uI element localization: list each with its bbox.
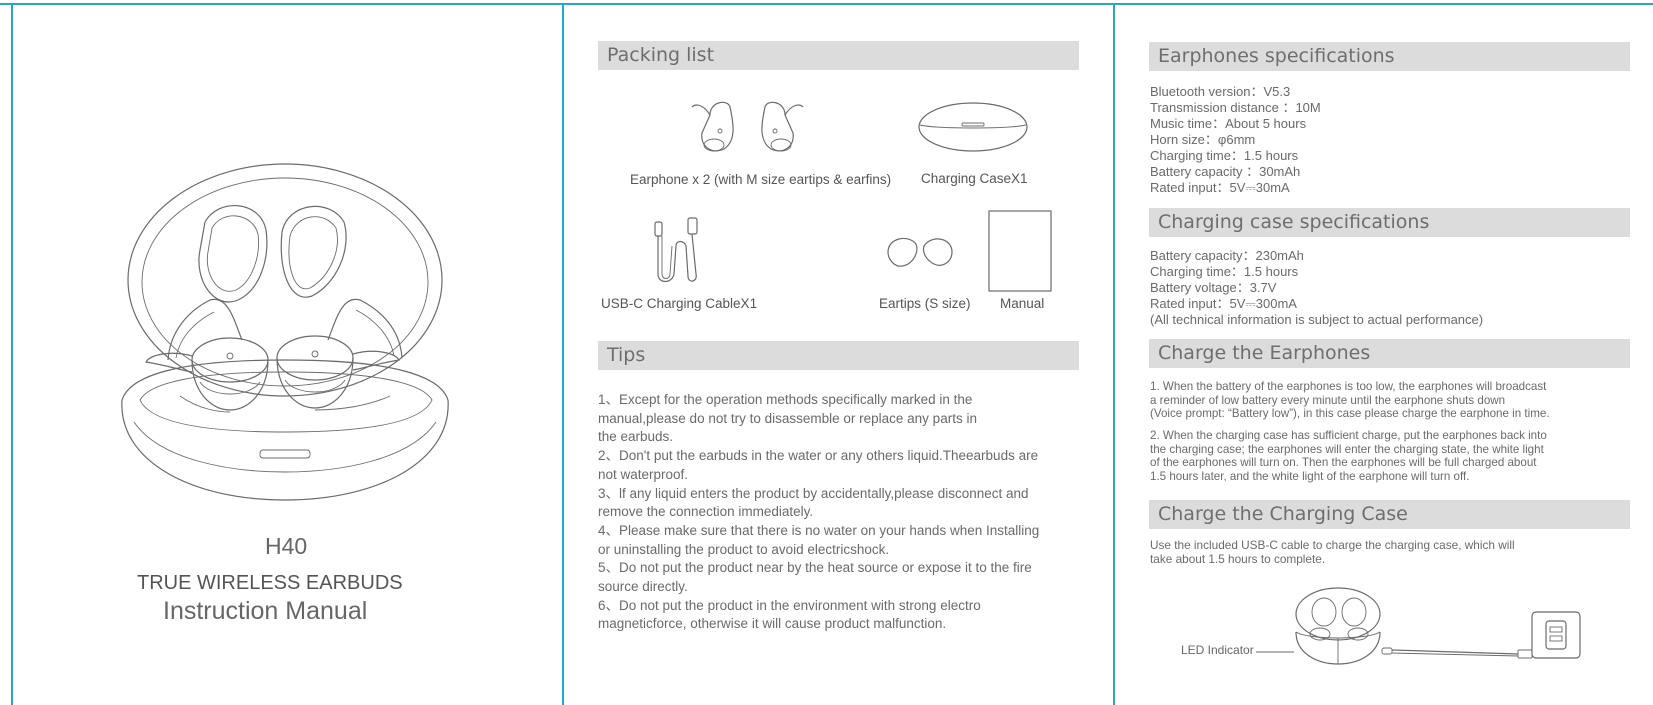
tip-line: 2、Don't put the earbuds in the water or … [598,448,1039,464]
charge-earphones-p2: 2. When the charging case has sufficient… [1150,429,1547,483]
tips-list: 1、Except for the operation methods speci… [598,391,1039,634]
tip-line: 3、lf any liquid enters the product by ac… [598,485,1029,501]
earphone-pair-icon [691,101,804,152]
charge-earphones-p1: 1. When the battery of the earphones is … [1150,380,1550,421]
tip-line: 5、Do not put the product near by the hea… [598,560,1032,576]
tip-line: 1、Except for the operation methods speci… [598,392,973,407]
tip-line: the earbuds. [598,429,674,445]
top-border [0,3,1653,5]
packing-item-cable: USB-C Charging CableX1 [601,296,758,311]
spec-line: Battery capacity：230mAh [1150,248,1304,263]
manual-title: Instruction Manual [163,597,368,625]
spec-line: Charging time：1.5 hours [1150,148,1299,163]
model-name: H40 [265,533,308,559]
charging-case-icon [918,102,1028,152]
charge-case-text: Use the included USB-C cable to charge t… [1150,538,1515,566]
charge-case-header: Charge the Charging Case [1149,500,1630,529]
led-indicator-label: LED Indicator [1181,643,1254,657]
tip-line: source directly. [598,579,688,595]
tip-line: manual,please do not try to disassemble … [598,410,977,426]
eartips-icon [887,237,953,267]
usb-adapter-icon [1531,611,1581,659]
spec-line: Rated input：5V⎓300mA [1150,296,1297,311]
earbuds-case-illustration [121,163,449,501]
tip-line: magneticforce, otherwise it will cause p… [598,616,947,632]
spec-line: Charging time：1.5 hours [1150,264,1299,279]
tip-line: not waterproof. [598,466,689,482]
spec-line: Bluetooth version：V5.3 [1150,84,1291,99]
tip-line: 4、Please make sure that there is no wate… [598,522,1040,538]
spec-line: (All technical information is subject to… [1150,312,1484,327]
product-title: TRUE WIRELESS EARBUDS [137,572,403,594]
packing-item-manual: Manual [1000,296,1045,311]
manual-icon [988,210,1052,292]
fold-line-2 [1113,3,1115,705]
tip-line: 6、Do not put the product in the environm… [598,597,981,613]
spec-line: Music time：About 5 hours [1150,116,1307,131]
earphone-specs-list: Bluetooth version：V5.3 Transmission dist… [1150,84,1321,196]
case-specs-header: Charging case specifications [1149,208,1630,237]
charge-earphones-header: Charge the Earphones [1149,339,1630,368]
earphone-specs-header: Earphones specifications [1149,42,1630,71]
tip-line: remove the connection immediately. [598,504,814,520]
spec-line: Battery capacity ：30mAh [1150,164,1301,179]
packing-item-earphones: Earphone x 2 (with M size eartips & earf… [630,172,892,187]
spec-line: Battery voltage：3.7V [1150,280,1277,295]
tip-line: or uninstalling the product to avoid ele… [598,541,890,557]
usb-c-cable-icon [654,217,698,283]
packing-list-header: Packing list [598,41,1079,70]
left-border [11,3,13,705]
packing-item-case: Charging CaseX1 [921,171,1028,186]
tips-header: Tips [598,341,1079,370]
fold-line-1 [562,3,564,705]
case-specs-list: Battery capacity：230mAh Charging time：1.… [1150,248,1483,328]
spec-line: Transmission distance ：10M [1150,100,1321,115]
spec-line: Horn size：φ6mm [1150,132,1256,147]
spec-line: Rated input：5V⎓30mA [1150,180,1290,195]
packing-item-eartips: Eartips (S size) [879,296,971,311]
